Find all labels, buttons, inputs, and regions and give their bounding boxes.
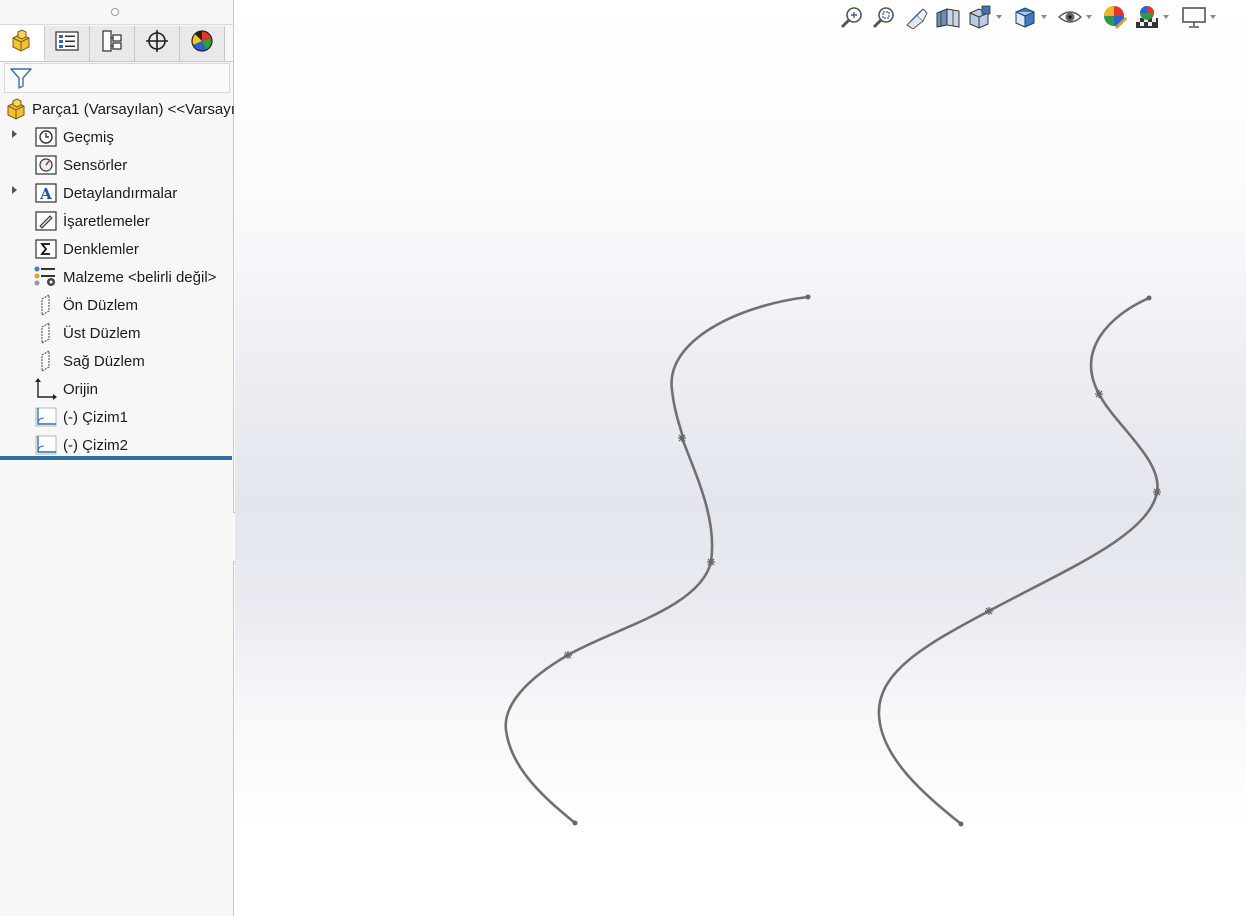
manager-tabbar <box>0 26 234 62</box>
tree-item-label: Sağ Düzlem <box>63 352 145 370</box>
tree-item-label: Ön Düzlem <box>63 296 139 314</box>
sketch-icon <box>33 433 59 457</box>
spline-point-marker[interactable] <box>985 607 993 615</box>
tree-item-sketch1[interactable]: (-) Çizim1 <box>33 404 128 430</box>
sketch-icon <box>33 405 59 429</box>
tree-item-label: Sensörler <box>63 156 128 174</box>
filter-icon[interactable] <box>9 66 33 95</box>
origin-icon <box>33 377 59 401</box>
dimxpert-manager-icon <box>144 29 170 58</box>
expand-arrow-icon[interactable] <box>12 130 17 138</box>
tree-item-label: İşaretlemeler <box>63 212 150 230</box>
spline-point-marker[interactable] <box>564 651 572 659</box>
tab-dimxpert-manager[interactable] <box>135 26 180 61</box>
tab-property-manager[interactable] <box>45 26 90 61</box>
spline-point-marker[interactable] <box>1153 488 1161 496</box>
tree-item-top-plane[interactable]: Üst Düzlem <box>33 320 141 346</box>
spline-point-marker[interactable] <box>707 558 715 566</box>
annotations-icon: A <box>33 181 59 205</box>
svg-text:A: A <box>39 185 52 203</box>
tree-root-label: Parça1 (Varsayılan) <<Varsayı <box>32 100 235 118</box>
plane-icon <box>33 293 59 317</box>
panel-grip-handle[interactable] <box>111 8 119 16</box>
tree-item-sensors[interactable]: Sensörler <box>33 152 127 178</box>
spline-endpoint[interactable] <box>1146 295 1152 301</box>
feature-manager-icon <box>9 28 35 57</box>
tab-display-manager[interactable] <box>180 26 225 61</box>
tree-item-label: Orijin <box>63 380 99 398</box>
spline-endpoint[interactable] <box>572 820 578 826</box>
tree-root-part[interactable]: Parça1 (Varsayılan) <<Varsayı <box>4 96 235 122</box>
equations-icon <box>33 237 59 261</box>
tab-configuration-manager[interactable] <box>90 26 135 61</box>
markup-icon <box>33 209 59 233</box>
sensor-icon <box>33 153 59 177</box>
tree-item-label: (-) Çizim2 <box>63 436 128 454</box>
tree-item-sketch2[interactable]: (-) Çizim2 <box>33 432 128 458</box>
tree-item-history[interactable]: Geçmiş <box>33 124 114 150</box>
tab-feature-manager[interactable] <box>0 26 45 61</box>
property-manager-icon <box>54 29 80 58</box>
spline-curve-2[interactable] <box>877 296 1159 826</box>
tree-filter-bar[interactable] <box>4 63 230 93</box>
configuration-manager-icon <box>99 29 125 58</box>
panel-divider <box>0 24 234 25</box>
spline-endpoint[interactable] <box>805 294 811 300</box>
part-icon <box>4 97 30 121</box>
tree-item-front-plane[interactable]: Ön Düzlem <box>33 292 138 318</box>
spline-endpoint[interactable] <box>958 821 964 827</box>
plane-icon <box>33 349 59 373</box>
spline-point-marker[interactable] <box>1095 390 1103 398</box>
tree-item-markups[interactable]: İşaretlemeler <box>33 208 150 234</box>
tree-item-equations[interactable]: Denklemler <box>33 236 139 262</box>
tree-item-label: Geçmiş <box>63 128 114 146</box>
plane-icon <box>33 321 59 345</box>
spline-point-marker[interactable] <box>678 434 686 442</box>
material-icon <box>33 265 59 289</box>
display-manager-icon <box>189 29 215 58</box>
history-icon <box>33 125 59 149</box>
rollback-bar[interactable] <box>0 456 232 460</box>
tree-item-right-plane[interactable]: Sağ Düzlem <box>33 348 145 374</box>
feature-manager-panel: Parça1 (Varsayılan) <<Varsayı Geçmiş Sen… <box>0 0 235 916</box>
tree-item-label: Üst Düzlem <box>63 324 141 342</box>
tree-item-material[interactable]: Malzeme <belirli değil> <box>33 264 216 290</box>
tree-item-annotations[interactable]: A Detaylandırmalar <box>33 180 177 206</box>
sketch-canvas <box>504 294 1161 827</box>
expand-arrow-icon[interactable] <box>12 186 17 194</box>
tree-item-label: Detaylandırmalar <box>63 184 178 202</box>
tree-item-label: Malzeme <belirli değil> <box>63 268 217 286</box>
tree-item-origin[interactable]: Orijin <box>33 376 98 402</box>
graphics-area[interactable] <box>235 0 1246 916</box>
spline-curve-1[interactable] <box>504 295 810 825</box>
tree-item-label: Denklemler <box>63 240 139 258</box>
tree-item-label: (-) Çizim1 <box>63 408 128 426</box>
